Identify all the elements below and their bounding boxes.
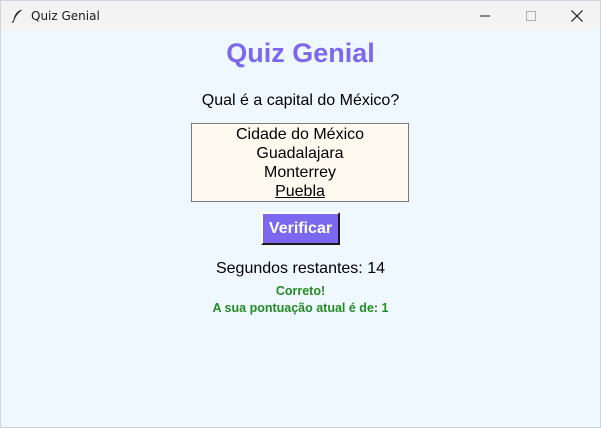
minimize-icon [480,15,490,16]
minimize-button[interactable] [462,1,508,30]
quiz-heading: Quiz Genial [226,38,375,68]
feather-icon [10,9,24,23]
quiz-panel: Quiz Genial Qual é a capital do México? … [1,30,600,427]
maximize-icon [526,10,536,21]
timer-label: Segundos restantes: 14 [215,260,385,277]
option-item[interactable]: Cidade do México [192,125,408,144]
close-button[interactable] [554,1,600,30]
question-label: Qual é a capital do México? [201,92,400,109]
app-window: Quiz Genial Quiz Genial Qual é a capital… [0,0,601,428]
option-label: Cidade do México [235,126,365,143]
close-icon [571,9,583,22]
check-button[interactable]: Verificar [261,212,340,245]
feedback-score: A sua pontuação atual é de: 1 [212,301,389,315]
feedback-result: Correto! [275,284,326,298]
window-controls [462,1,600,30]
option-item-focused[interactable]: Puebla [192,182,408,201]
option-label: Monterrey [263,164,337,181]
option-item[interactable]: Monterrey [192,163,408,182]
option-item[interactable]: Guadalajara [192,144,408,163]
option-label: Guadalajara [256,145,344,162]
maximize-button[interactable] [508,1,554,30]
option-label: Puebla [275,183,325,200]
title-bar[interactable]: Quiz Genial [1,1,600,30]
options-listbox[interactable]: Cidade do México Guadalajara Monterrey P… [191,123,409,202]
window-title: Quiz Genial [31,8,100,23]
